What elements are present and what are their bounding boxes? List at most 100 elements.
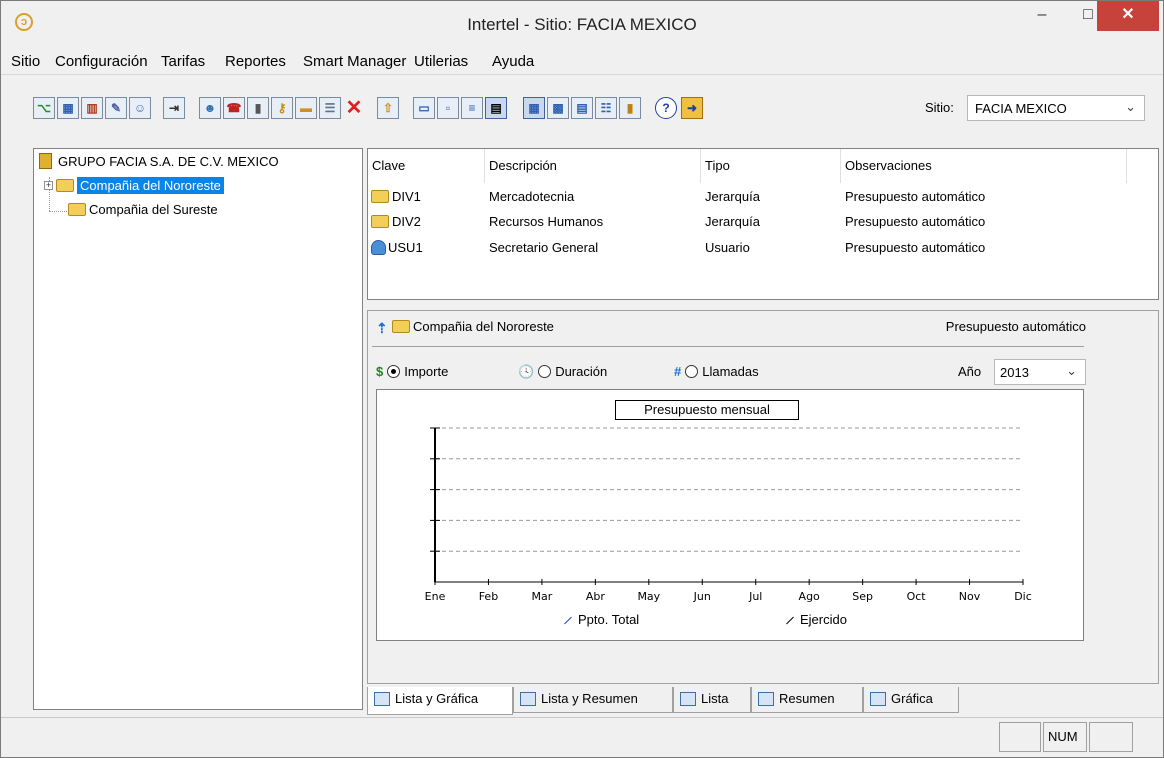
anio-value: 2013: [1000, 365, 1029, 380]
cell-tipo: Jerarquía: [705, 189, 760, 204]
tree-item-nororeste[interactable]: + Compañia del Nororeste: [44, 176, 224, 196]
legend-swatch: [564, 616, 572, 625]
tab-lista[interactable]: Lista: [673, 687, 751, 713]
tab-label: Lista y Resumen: [541, 691, 638, 706]
close-button[interactable]: ✕: [1097, 1, 1159, 31]
tab-grafica[interactable]: Gráfica: [863, 687, 959, 713]
table-row-clave[interactable]: USU1: [371, 238, 423, 258]
small-icons-icon[interactable]: ▫: [437, 97, 459, 119]
details-view-icon[interactable]: ▤: [485, 97, 507, 119]
tab-label: Lista: [701, 691, 729, 706]
sitio-select[interactable]: FACIA MEXICO ⌄: [967, 95, 1145, 121]
summary-icon: [758, 691, 774, 706]
radio-duracion[interactable]: [538, 365, 552, 379]
summary-icon[interactable]: ☷: [595, 97, 617, 119]
tab-resumen[interactable]: Resumen: [751, 687, 863, 713]
menu-utilerias[interactable]: Utilerias: [414, 53, 468, 70]
tab-lista-grafica[interactable]: Lista y Gráfica: [367, 687, 513, 715]
menu-reportes[interactable]: Reportes: [225, 53, 286, 70]
column-header-clave[interactable]: Clave: [368, 149, 485, 183]
x-tick-label: Jun: [693, 590, 711, 603]
properties-icon[interactable]: ☰: [319, 97, 341, 119]
column-header-descripcion[interactable]: Descripción: [485, 149, 701, 183]
list-view-icon[interactable]: ≡: [461, 97, 483, 119]
phone-icon[interactable]: ☎: [223, 97, 245, 119]
cell-tipo: Jerarquía: [705, 214, 760, 229]
column-header-observaciones[interactable]: Observaciones: [841, 149, 1127, 183]
building-icon: [39, 152, 52, 169]
x-tick-label: Abr: [585, 590, 605, 603]
list-icon: [680, 691, 696, 706]
list-chart-icon: [374, 691, 390, 706]
list-summary-icon[interactable]: ▩: [547, 97, 569, 119]
divider: [372, 346, 1084, 347]
list-chart-icon[interactable]: ▦: [523, 97, 545, 119]
tree-root[interactable]: GRUPO FACIA S.A. DE C.V. MEXICO: [39, 152, 279, 172]
menu-sitio[interactable]: Sitio: [11, 53, 40, 70]
cell-tipo: Usuario: [705, 240, 750, 255]
option-llamadas[interactable]: # Llamadas: [674, 364, 759, 379]
cell-descripcion: Recursos Humanos: [489, 214, 604, 229]
up-arrow-icon[interactable]: ⇡: [376, 321, 388, 335]
cell-clave: DIV1: [392, 189, 421, 204]
radio-llamadas[interactable]: [685, 365, 699, 379]
menu-tarifas[interactable]: Tarifas: [161, 53, 205, 70]
cell-descripcion: Secretario General: [489, 240, 599, 255]
table-row-clave[interactable]: DIV2: [371, 212, 421, 232]
main-window: ɔ Intertel - Sitio: FACIA MEXICO – □ ✕ S…: [0, 0, 1164, 758]
expand-plus-icon[interactable]: +: [44, 181, 53, 191]
report-icon[interactable]: ▥: [81, 97, 103, 119]
large-icons-icon[interactable]: ▭: [413, 97, 435, 119]
option-label: Importe: [404, 364, 449, 379]
legend-item-ppto-total: Ppto. Total: [563, 612, 639, 627]
tab-label: Lista y Gráfica: [395, 691, 479, 706]
folder-icon: [371, 190, 389, 204]
radio-importe[interactable]: [387, 365, 401, 379]
exit-icon[interactable]: ➜: [681, 97, 703, 119]
hash-icon: #: [674, 364, 682, 379]
help-icon[interactable]: ?: [655, 97, 677, 119]
minimize-button[interactable]: –: [1019, 1, 1065, 31]
table-row-clave[interactable]: DIV1: [371, 187, 421, 207]
tab-label: Resumen: [779, 691, 835, 706]
legend-swatch: [786, 616, 794, 625]
legend-label: Ejercido: [800, 612, 847, 627]
up-level-icon[interactable]: ⇧: [377, 97, 399, 119]
edit-icon[interactable]: ✎: [105, 97, 127, 119]
detail-name: Compañia del Nororeste: [413, 319, 554, 334]
title-bar: ɔ Intertel - Sitio: FACIA MEXICO – □ ✕: [1, 1, 1163, 47]
cell-observaciones: Presupuesto automático: [845, 189, 986, 204]
option-duracion[interactable]: 🕓 Duración: [518, 364, 607, 380]
detail-list: Clave Descripción Tipo Observaciones DIV…: [367, 148, 1159, 300]
users-icon[interactable]: ☺: [129, 97, 151, 119]
calendar-icon[interactable]: ▦: [57, 97, 79, 119]
column-header-tipo[interactable]: Tipo: [701, 149, 841, 183]
delete-icon[interactable]: ✕: [343, 97, 365, 119]
cell-clave: USU1: [388, 240, 423, 255]
key-icon[interactable]: ⚷: [271, 97, 293, 119]
menu-ayuda[interactable]: Ayuda: [492, 53, 534, 70]
menu-smart-manager[interactable]: Smart Manager: [303, 53, 406, 70]
tree-item-label: Compañia del Nororeste: [77, 177, 224, 194]
tree-root-label: GRUPO FACIA S.A. DE C.V. MEXICO: [58, 154, 279, 169]
chart-icon[interactable]: ▮: [619, 97, 641, 119]
x-tick-label: Ago: [798, 590, 820, 603]
list-icon[interactable]: ▤: [571, 97, 593, 119]
menu-configuracion[interactable]: Configuración: [55, 53, 148, 70]
option-label: Duración: [555, 364, 608, 379]
tree-connector: [49, 211, 69, 212]
window-title: Intertel - Sitio: FACIA MEXICO: [467, 15, 697, 34]
x-tick-label: Jul: [749, 590, 763, 603]
tab-lista-resumen[interactable]: Lista y Resumen: [513, 687, 673, 713]
tree-icon[interactable]: ⌥: [33, 97, 55, 119]
new-folder-icon[interactable]: ▬: [295, 97, 317, 119]
option-importe[interactable]: $ Importe: [364, 364, 448, 379]
status-num: NUM: [1043, 722, 1087, 752]
import-icon[interactable]: ⇥: [163, 97, 185, 119]
tree-item-sureste[interactable]: Compañia del Sureste: [68, 200, 218, 220]
cell-clave: DIV2: [392, 214, 421, 229]
device-icon[interactable]: ▮: [247, 97, 269, 119]
list-summary-icon: [520, 691, 536, 706]
anio-select[interactable]: 2013 ⌄: [994, 359, 1086, 385]
add-user-icon[interactable]: ☻: [199, 97, 221, 119]
